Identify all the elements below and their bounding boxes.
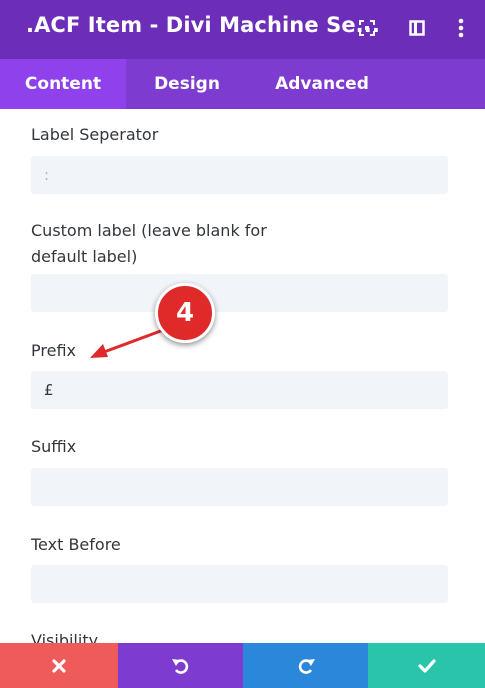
save-button[interactable] — [368, 643, 485, 688]
action-bar — [0, 643, 485, 688]
cancel-button[interactable] — [0, 643, 118, 688]
tab-bar: Content Design Advanced — [0, 59, 485, 109]
sidebar-toggle-icon[interactable] — [403, 14, 431, 42]
tab-advanced[interactable]: Advanced — [248, 59, 396, 109]
custom-label-input[interactable] — [31, 274, 448, 312]
check-icon — [417, 658, 436, 673]
annotation-badge: 4 — [155, 283, 215, 343]
prefix-input[interactable] — [31, 371, 448, 409]
redo-button[interactable] — [243, 643, 368, 688]
undo-button[interactable] — [118, 643, 243, 688]
expand-icon[interactable] — [353, 14, 381, 42]
settings-panel: Label Seperator Custom label (leave blan… — [0, 109, 485, 643]
modal-title: .ACF Item - Divi Machine Se... — [26, 13, 380, 37]
tab-design[interactable]: Design — [126, 59, 248, 109]
suffix-label: Suffix — [31, 437, 77, 456]
redo-icon — [298, 658, 315, 674]
prefix-label: Prefix — [31, 341, 76, 360]
text-before-input[interactable] — [31, 565, 448, 603]
modal-header: .ACF Item - Divi Machine Se... — [0, 0, 485, 59]
tab-content[interactable]: Content — [0, 59, 126, 109]
label-separator-input[interactable] — [31, 156, 448, 194]
more-icon[interactable] — [447, 14, 475, 42]
suffix-input[interactable] — [31, 468, 448, 506]
undo-icon — [171, 658, 188, 674]
visibility-label: Visibility — [31, 631, 99, 643]
label-separator-label: Label Seperator — [31, 125, 159, 144]
text-before-label: Text Before — [31, 535, 121, 554]
close-icon — [52, 658, 66, 673]
custom-label-label: Custom label (leave blank for default la… — [31, 221, 267, 266]
